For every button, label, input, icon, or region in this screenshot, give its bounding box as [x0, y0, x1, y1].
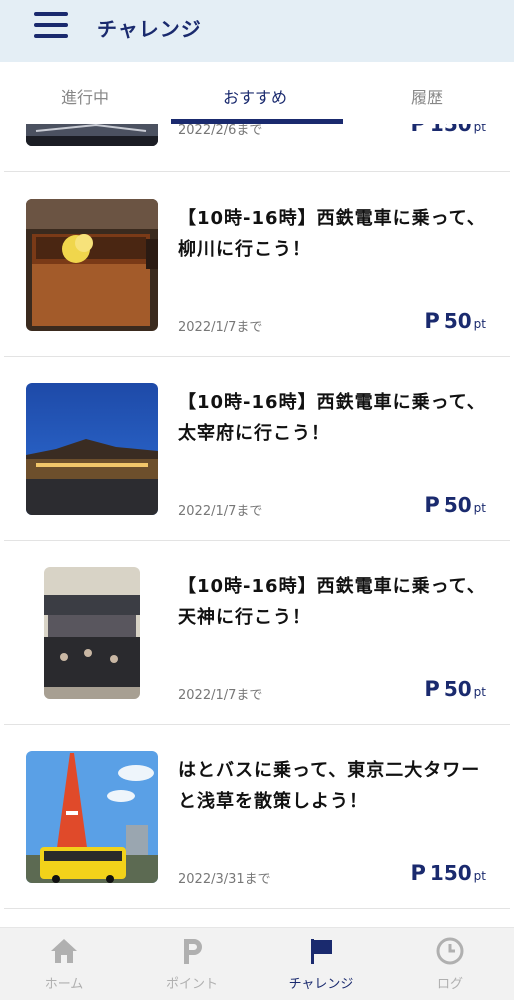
nav-challenge[interactable]: チャレンジ [257, 928, 385, 1000]
challenge-deadline: 2022/1/7まで [178, 504, 263, 519]
point-icon: P [410, 124, 426, 136]
challenge-points: P 150 pt [410, 861, 486, 885]
clock-icon [436, 937, 464, 965]
challenge-list[interactable]: 2022/2/6まで P 150 pt 【10時-16時】西鉄電車に乗って、柳川に行… [0, 124, 514, 927]
challenge-title: 【10時-16時】西鉄電車に乗って、太宰府に行こう！ [178, 392, 486, 444]
tab-recommended[interactable]: おすすめ [223, 84, 287, 108]
tab-bar: 進行中 おすすめ 履歴 [0, 62, 514, 124]
page-title: チャレンジ [97, 17, 202, 41]
challenge-thumbnail [44, 567, 140, 699]
hamburger-menu-icon[interactable] [34, 12, 72, 40]
challenge-points: P 50 pt [424, 309, 486, 333]
point-icon: P [424, 677, 440, 701]
nav-log-label: ログ [436, 977, 463, 992]
tab-in-progress[interactable]: 進行中 [61, 84, 109, 108]
challenge-title: 【10時-16時】西鉄電車に乗って、天神に行こう！ [178, 576, 486, 628]
challenge-card[interactable]: 2022/2/6まで P 150 pt [4, 124, 510, 172]
tab-history[interactable]: 履歴 [411, 84, 443, 108]
flag-icon [311, 939, 332, 964]
challenge-title: 【10時-16時】西鉄電車に乗って、柳川に行こう！ [178, 208, 486, 260]
challenge-thumbnail [26, 124, 158, 146]
challenge-deadline: 2022/1/7まで [178, 688, 263, 703]
home-icon [51, 939, 77, 963]
challenge-points: P 150 pt [411, 124, 486, 136]
app-header: チャレンジ [0, 0, 514, 62]
nav-points-label: ポイント [165, 977, 218, 992]
challenge-thumbnail [26, 383, 158, 515]
challenge-deadline: 2022/2/6まで [178, 124, 263, 138]
bottom-navigation: ホーム ポイント チャレンジ ログ [0, 927, 514, 1000]
challenge-points: P 50 pt [424, 677, 486, 701]
challenge-thumbnail [26, 751, 158, 883]
challenge-points: P 50 pt [424, 493, 486, 517]
challenge-deadline: 2022/3/31まで [178, 872, 271, 887]
point-icon: P [410, 861, 426, 885]
nav-log[interactable]: ログ [386, 928, 514, 1000]
challenge-card[interactable]: 【10時-16時】西鉄電車に乗って、太宰府に行こう！ 2022/1/7まで P5… [4, 357, 510, 541]
challenge-card[interactable]: 【10時-16時】西鉄電車に乗って、天神に行こう！ 2022/1/7まで P 50… [4, 541, 510, 725]
challenge-title: はとバスに乗って、東京二大タワーと浅草を散策しよう！ [178, 760, 481, 812]
challenge-deadline: 2022/1/7まで [178, 320, 263, 335]
challenge-card[interactable]: 【10時-16時】西鉄電車に乗って、柳川に行こう！ 2022/1/7まで P 50… [4, 173, 510, 357]
nav-points[interactable]: ポイント [128, 928, 256, 1000]
point-icon [184, 939, 202, 964]
nav-home[interactable]: ホーム [0, 928, 128, 1000]
nav-home-label: ホーム [44, 977, 84, 992]
point-icon: P [424, 309, 440, 333]
challenge-card[interactable]: はとバスに乗って、東京二大タワーと浅草を散策しよう！ 2022/3/31まで P… [4, 725, 510, 909]
point-icon: P [424, 493, 440, 517]
challenge-thumbnail [26, 199, 158, 331]
nav-challenge-label: チャレンジ [288, 977, 354, 992]
